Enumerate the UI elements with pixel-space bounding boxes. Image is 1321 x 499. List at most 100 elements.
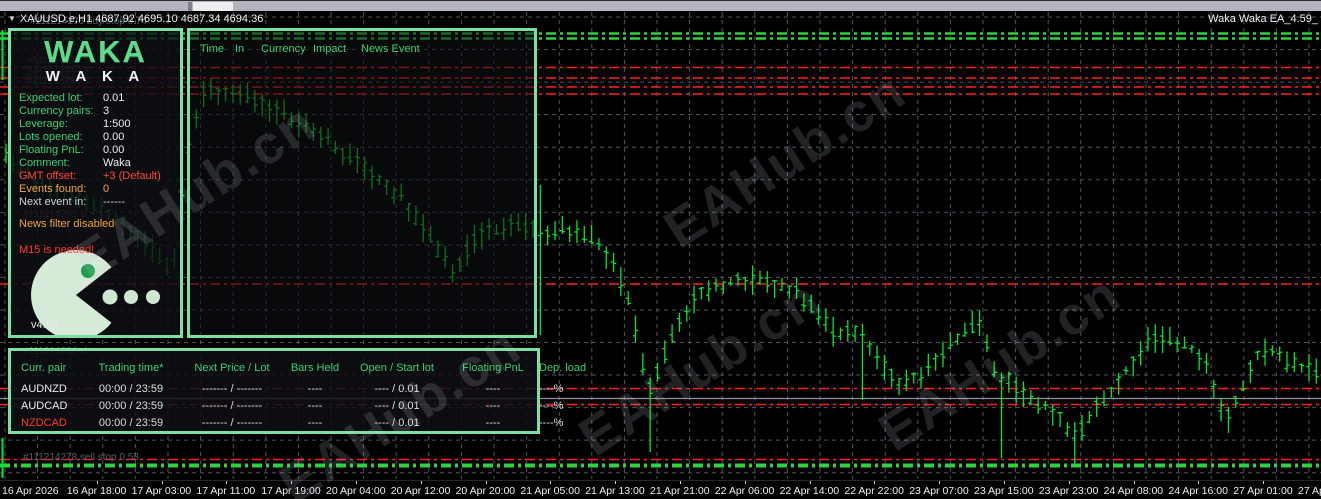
- pairs-column-header: Curr. pair: [21, 362, 67, 374]
- time-axis-tick: [744, 481, 746, 484]
- pair-cell: ------- / -------: [201, 417, 263, 429]
- time-axis-label: 22 Apr 06:00: [714, 485, 775, 497]
- pairs-column-header: Trading time*: [98, 362, 164, 374]
- time-axis-tick: [1198, 481, 1200, 484]
- ea-status-row: Events found: 0: [19, 183, 180, 196]
- status-value: 0.01: [103, 92, 125, 104]
- ea-alert-text: M15 is needed!: [19, 244, 95, 256]
- status-label: Floating PnL:: [19, 144, 84, 156]
- time-axis-label: 22 Apr 14:00: [779, 485, 840, 497]
- pair-cell: 00:00 / 23:59: [98, 400, 164, 412]
- news-column-header: Time: [200, 43, 225, 55]
- time-axis-tick: [291, 481, 293, 484]
- symbol-ohlc-text: XAUUSD.e,H1 4687.92 4695.10 4687.34 4694…: [19, 13, 264, 25]
- time-axis-label: 20 Apr 04:00: [326, 485, 386, 497]
- time-axis-tick: [1263, 481, 1265, 484]
- pair-name: AUDCAD: [21, 400, 68, 412]
- time-axis-label: 22 Apr 22:00: [844, 485, 904, 497]
- news-events-panel: Time In Currency Impact News Event: [187, 28, 537, 338]
- time-axis-label: 23 Apr 15:00: [974, 485, 1034, 497]
- ea-info-panel: WAKA W A K A Expected lot: 0.01 Currency p…: [8, 28, 183, 338]
- news-column-header: In: [235, 43, 245, 55]
- time-axis-label: 24 Apr 16:00: [1168, 485, 1228, 497]
- pairs-table-row: NZDCAD 00:00 / 23:59 ------- / ------- ----…: [11, 416, 563, 431]
- status-label: Events found:: [19, 183, 87, 195]
- symbol-title: ▼ XAUUSD.e,H1 4687.92 4695.10 4687.34 469…: [8, 13, 263, 25]
- time-axis-tick: [1133, 481, 1135, 484]
- ea-status-row: Currency pairs: 3: [19, 105, 180, 118]
- news-column-header: Currency: [261, 43, 306, 55]
- pairs-table-row: AUDNZD 00:00 / 23:59 ------- / ------- ----…: [11, 382, 563, 397]
- status-label: Comment:: [19, 157, 70, 169]
- time-axis-label: 27 Apr 01:00: [1233, 485, 1293, 497]
- time-axis-label: 16 Apr 2026: [2, 485, 59, 497]
- pairs-table-row: AUDCAD 00:00 / 23:59 ------- / ------- ----…: [11, 399, 563, 414]
- pair-cell: ----%: [539, 383, 564, 395]
- status-value: +3 (Default): [103, 170, 161, 182]
- status-label: Leverage:: [19, 118, 68, 130]
- time-axis-tick: [939, 481, 941, 484]
- pair-cell: ---- / 0.01: [374, 400, 420, 412]
- ea-status-row: GMT offset: +3 (Default): [19, 170, 180, 183]
- pair-name: NZDCAD: [21, 417, 67, 429]
- mt4-chart-window: #111214275 buy stop 0.74#111214279 s#111…: [0, 0, 1321, 499]
- time-axis[interactable]: 16 Apr 2026 16 Apr 18:00 17 Apr 03:00 17 Ap…: [0, 480, 1321, 499]
- pair-cell: ----: [307, 383, 323, 395]
- status-value: ------: [103, 196, 125, 208]
- status-label: Lots opened:: [19, 131, 83, 143]
- pairs-table-rows: AUDNZD 00:00 / 23:59 ------- / ------- ----…: [11, 382, 563, 431]
- status-value: 3: [103, 105, 110, 117]
- ea-status-row: Floating PnL: 0.00: [19, 144, 180, 157]
- time-axis-tick: [96, 481, 98, 484]
- time-axis-tick: [809, 481, 811, 484]
- time-axis-label: 17 Apr 19:00: [261, 485, 321, 497]
- time-axis-label: 23 Apr 07:00: [909, 485, 969, 497]
- time-axis-label: 17 Apr 03:00: [131, 485, 192, 497]
- time-axis-tick: [1068, 481, 1070, 484]
- time-axis-tick: [161, 481, 163, 484]
- pair-cell: ----%: [539, 417, 564, 429]
- time-axis-tick: [874, 481, 876, 484]
- status-label: Expected lot:: [19, 92, 83, 104]
- pair-cell: 00:00 / 23:59: [98, 417, 164, 429]
- pair-cell: ----: [485, 417, 501, 429]
- time-axis-label: 20 Apr 20:00: [455, 485, 516, 497]
- pair-cell: ----: [307, 400, 323, 412]
- pairs-table-header: Curr. pair Trading time* Next Price / Lot B…: [11, 362, 586, 374]
- pair-cell: ----: [485, 400, 501, 412]
- time-axis-tick: [615, 481, 617, 484]
- pairs-column-header: Open / Start lot: [360, 362, 434, 374]
- ea-status-row: Comment: Waka: [19, 157, 180, 170]
- ea-status-row: Leverage: 1:500: [19, 118, 180, 131]
- time-axis-tick: [485, 481, 487, 484]
- pair-cell: ----%: [539, 400, 564, 412]
- symbol-dropdown-icon[interactable]: ▼: [8, 14, 16, 23]
- ea-status-row: Expected lot: 0.01: [19, 92, 180, 105]
- status-value: 1:500: [103, 118, 131, 130]
- time-axis-label: 20 Apr 12:00: [390, 485, 451, 497]
- time-axis-label: 21 Apr 21:00: [650, 485, 710, 497]
- time-axis-tick: [420, 481, 422, 484]
- pairs-column-header: Next Price / Lot: [194, 362, 270, 374]
- ea-status-row: Lots opened: 0.00: [19, 131, 180, 144]
- pair-cell: ------- / -------: [201, 400, 263, 412]
- pair-cell: ------- / -------: [201, 383, 263, 395]
- pair-cell: ---- / 0.01: [374, 383, 420, 395]
- pair-cell: ---- / 0.01: [374, 417, 420, 429]
- time-axis-label: 21 Apr 13:00: [585, 485, 645, 497]
- status-label: Next event in:: [19, 196, 87, 208]
- ea-status-row: Next event in: ------: [19, 196, 180, 209]
- pairs-table-panel: Curr. pair Trading time* Next Price / Lot B…: [8, 348, 586, 434]
- news-column-header: Impact: [313, 43, 347, 55]
- time-axis-label: 21 Apr 05:00: [520, 485, 580, 497]
- time-axis-tick: [680, 481, 681, 484]
- status-value: 0.00: [103, 144, 125, 156]
- version-label: v4.59: [31, 319, 58, 331]
- ea-name-label: Waka Waka EA_4.59_: [1208, 13, 1318, 25]
- news-column-header: News Event: [361, 43, 420, 55]
- time-axis-tick: [1004, 481, 1005, 484]
- time-axis-label: 16 Apr 18:00: [66, 485, 127, 497]
- status-label: Currency pairs:: [19, 105, 94, 117]
- pair-cell: ----: [307, 417, 323, 429]
- time-axis-label: 27 Apr 09:00: [1298, 485, 1321, 497]
